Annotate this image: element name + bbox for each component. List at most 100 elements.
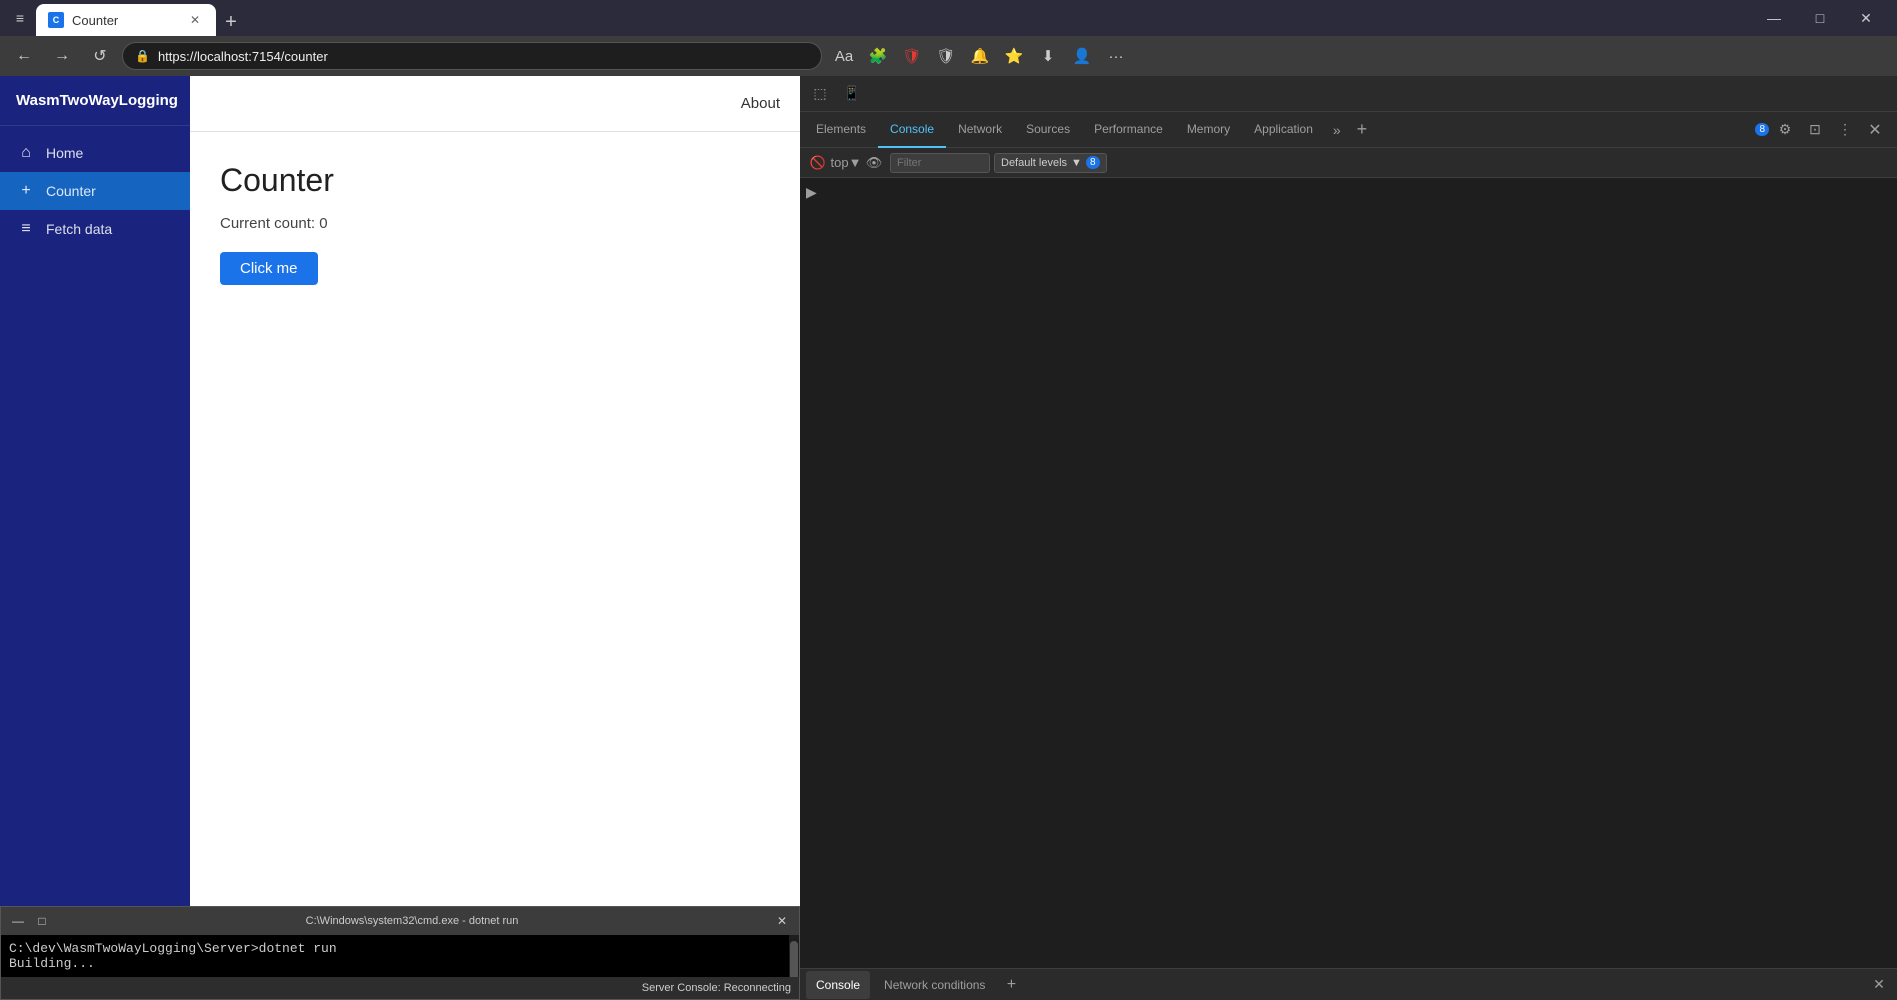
window-controls-right: — □ ✕ — [1751, 0, 1889, 36]
tab-bar: C Counter ✕ + — [36, 0, 1751, 36]
address-text: https://localhost:7154/counter — [158, 49, 328, 64]
terminal-content-row: C:\dev\WasmTwoWayLogging\Server>dotnet r… — [1, 935, 799, 977]
main-area: WasmTwoWayLogging ⌂ Home + Counter ≡ — [0, 76, 1897, 1000]
devtools-tab-sources[interactable]: Sources — [1014, 112, 1082, 148]
refresh-button[interactable]: ↺ — [84, 40, 116, 72]
new-tab-button[interactable]: + — [216, 8, 246, 36]
count-value: 0 — [319, 215, 327, 232]
console-eye-button[interactable]: 👁 — [862, 151, 886, 175]
default-levels-label: Default levels — [1001, 157, 1067, 169]
counter-icon: + — [16, 182, 36, 200]
devtools-more-options-button[interactable]: ⋮ — [1831, 116, 1859, 144]
devtools-dock-button[interactable]: ⊡ — [1801, 116, 1829, 144]
title-bar: ≡ C Counter ✕ + — □ ✕ — [0, 0, 1897, 36]
back-button[interactable]: ← — [8, 40, 40, 72]
devtools-more-button[interactable]: » — [1325, 122, 1349, 138]
levels-badge: 8 — [1086, 156, 1100, 169]
terminal-minimize-button[interactable]: — — [9, 912, 27, 930]
devtools-panel: ⬚ 📱 Elements Console Network Sources Per… — [800, 76, 1897, 1000]
terminal-maximize-button[interactable]: □ — [33, 912, 51, 930]
click-me-button[interactable]: Click me — [220, 252, 318, 285]
sidebar-item-counter-label: Counter — [46, 183, 96, 199]
bottom-tab-network-conditions[interactable]: Network conditions — [874, 971, 995, 999]
about-link[interactable]: About — [741, 95, 780, 112]
terminal-close-button[interactable]: ✕ — [773, 912, 791, 930]
updates-button[interactable]: 🔔 — [964, 40, 996, 72]
forward-button[interactable]: → — [46, 40, 78, 72]
sidebar-brand: WasmTwoWayLogging — [0, 76, 190, 126]
devtools-settings-button[interactable]: ⚙ — [1771, 116, 1799, 144]
tab-favicon: C — [48, 12, 64, 28]
sidebar-item-fetchdata[interactable]: ≡ Fetch data — [0, 210, 190, 248]
console-clear-button[interactable]: 🚫 — [806, 151, 830, 175]
terminal-status-text: Server Console: Reconnecting — [642, 982, 791, 994]
default-levels-dropdown[interactable]: Default levels ▼ 8 — [994, 153, 1107, 173]
minimize-button[interactable]: — — [1751, 0, 1797, 36]
ad-block-button[interactable]: 🛡 — [896, 40, 928, 72]
extensions-button[interactable]: 🧩 — [862, 40, 894, 72]
sidebar-item-home[interactable]: ⌂ Home — [0, 134, 190, 172]
devtools-tab-elements[interactable]: Elements — [804, 112, 878, 148]
nav-bar: ← → ↺ 🔒 https://localhost:7154/counter A… — [0, 36, 1897, 76]
console-toolbar: 🚫 top ▼ 👁 Default levels ▼ 8 — [800, 148, 1897, 178]
inspect-element-button[interactable]: ⬚ — [806, 80, 834, 108]
device-mode-button[interactable]: 📱 — [838, 80, 866, 108]
terminal-title: C:\Windows\system32\cmd.exe - dotnet run — [57, 915, 767, 927]
address-bar[interactable]: 🔒 https://localhost:7154/counter — [122, 42, 822, 70]
page-title: Counter — [220, 162, 770, 199]
shield-button[interactable]: 🛡 — [930, 40, 962, 72]
sidebar: WasmTwoWayLogging ⌂ Home + Counter ≡ — [0, 76, 190, 906]
home-icon: ⌂ — [16, 144, 36, 162]
devtools-tabs: Elements Console Network Sources Perform… — [800, 112, 1755, 148]
devtools-right-icons: 8 ⚙ ⊡ ⋮ ✕ — [1755, 116, 1897, 144]
lock-icon: 🔒 — [135, 49, 150, 63]
fetchdata-icon: ≡ — [16, 220, 36, 238]
devtools-tab-application[interactable]: Application — [1242, 112, 1325, 148]
devtools-badge: 8 — [1755, 123, 1769, 136]
terminal-line-1: C:\dev\WasmTwoWayLogging\Server>dotnet r… — [9, 941, 781, 956]
devtools-close-button[interactable]: ✕ — [1861, 116, 1889, 144]
bottom-tab-console[interactable]: Console — [806, 971, 870, 999]
console-top-dropdown[interactable]: top ▼ — [834, 151, 858, 175]
tab-title: Counter — [72, 13, 118, 28]
maximize-button[interactable]: □ — [1797, 0, 1843, 36]
terminal-window: — □ C:\Windows\system32\cmd.exe - dotnet… — [0, 906, 800, 1000]
devtools-tab-network[interactable]: Network — [946, 112, 1014, 148]
console-bottom-tabs: Console Network conditions + ✕ — [800, 968, 1897, 1000]
devtools-add-tab-button[interactable]: + — [1349, 119, 1376, 140]
browser-viewport: WasmTwoWayLogging ⌂ Home + Counter ≡ — [0, 76, 800, 1000]
console-body[interactable]: ▶ — [800, 178, 1897, 968]
devtools-tab-memory[interactable]: Memory — [1175, 112, 1242, 148]
top-nav: About — [190, 76, 800, 132]
terminal-scrollbar[interactable] — [789, 935, 799, 977]
devtools-tab-performance[interactable]: Performance — [1082, 112, 1175, 148]
console-expand-arrow[interactable]: ▶ — [806, 184, 817, 200]
sidebar-item-counter[interactable]: + Counter — [0, 172, 190, 210]
console-filter-input[interactable] — [890, 153, 990, 173]
sidebar-nav: ⌂ Home + Counter ≡ Fetch data — [0, 126, 190, 256]
favorites-button[interactable]: ⭐ — [998, 40, 1030, 72]
browser-chrome: ≡ C Counter ✕ + — □ ✕ ← → ↺ 🔒 https://lo… — [0, 0, 1897, 1000]
current-count-text: Current count: 0 — [220, 215, 770, 232]
bottom-tabs-close-button[interactable]: ✕ — [1867, 973, 1891, 997]
reader-mode-button[interactable]: Aa — [828, 40, 860, 72]
close-button[interactable]: ✕ — [1843, 0, 1889, 36]
nav-right-buttons: Aa 🧩 🛡 🛡 🔔 ⭐ ⬇ 👤 ··· — [828, 40, 1132, 72]
terminal-line-2: Building... — [9, 956, 781, 971]
browser-tab-counter[interactable]: C Counter ✕ — [36, 4, 216, 36]
profile-button[interactable]: 👤 — [1066, 40, 1098, 72]
app-wrapper: WasmTwoWayLogging ⌂ Home + Counter ≡ — [0, 76, 800, 906]
page-content: About Counter Current count: 0 Click me — [190, 76, 800, 906]
count-label: Current count: — [220, 215, 315, 232]
tab-close-button[interactable]: ✕ — [186, 11, 204, 29]
terminal-status-bar: Server Console: Reconnecting — [1, 977, 799, 999]
devtools-tab-console[interactable]: Console — [878, 112, 946, 148]
browser-menu-button[interactable]: ≡ — [8, 6, 32, 30]
downloads-button[interactable]: ⬇ — [1032, 40, 1064, 72]
more-button[interactable]: ··· — [1100, 40, 1132, 72]
terminal-body[interactable]: C:\dev\WasmTwoWayLogging\Server>dotnet r… — [1, 935, 789, 977]
window-controls-left: ≡ — [8, 6, 32, 30]
devtools-tabs-bar: Elements Console Network Sources Perform… — [800, 112, 1897, 148]
bottom-tab-add-button[interactable]: + — [999, 973, 1023, 997]
sidebar-item-home-label: Home — [46, 145, 83, 161]
